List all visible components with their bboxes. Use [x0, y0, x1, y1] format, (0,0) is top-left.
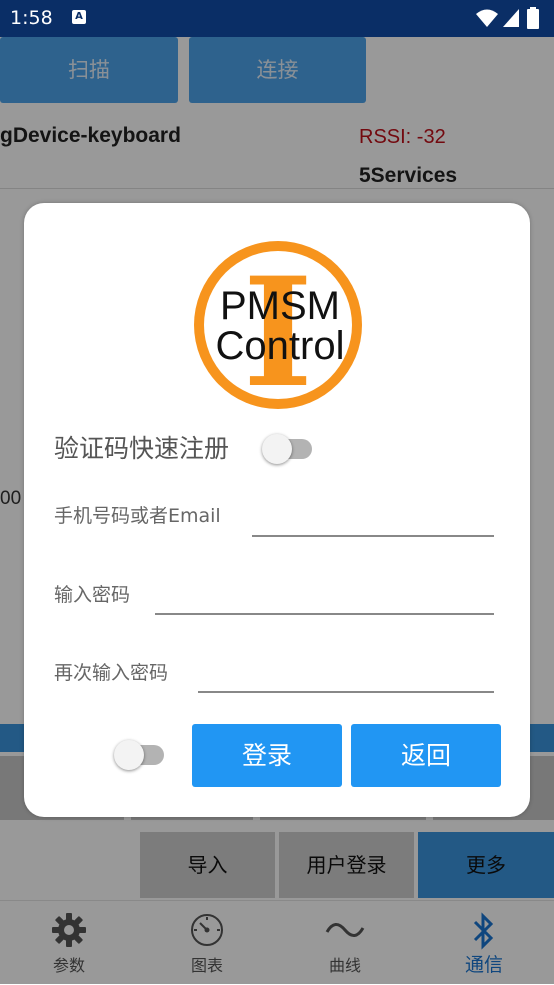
logo-text-line1: PMSM	[220, 284, 340, 328]
status-bar: 1:58 A	[0, 0, 554, 37]
phone-email-input[interactable]	[252, 503, 494, 537]
remember-toggle[interactable]	[114, 738, 166, 772]
phone-email-label: 手机号码或者Email	[54, 505, 221, 527]
toggle-thumb	[114, 740, 144, 770]
wifi-icon	[476, 9, 498, 27]
signal-icon	[503, 9, 519, 27]
confirm-password-input[interactable]	[198, 659, 494, 693]
notification-icon: A	[72, 10, 86, 24]
password-input[interactable]	[155, 581, 494, 615]
logo-text-line2: Control	[216, 324, 345, 368]
pmsm-logo: I PMSM Control	[194, 241, 362, 415]
login-button[interactable]: 登录	[192, 724, 342, 787]
battery-icon	[527, 7, 539, 29]
back-button[interactable]: 返回	[351, 724, 501, 787]
status-time: 1:58	[10, 7, 53, 29]
password-label: 输入密码	[54, 584, 131, 606]
quick-register-label: 验证码快速注册	[54, 434, 230, 463]
confirm-password-label: 再次输入密码	[54, 662, 169, 684]
login-dialog: I PMSM Control 验证码快速注册 手机号码或者Email 输入密码 …	[24, 203, 530, 817]
toggle-thumb	[262, 434, 292, 464]
quick-register-toggle[interactable]	[262, 432, 314, 466]
